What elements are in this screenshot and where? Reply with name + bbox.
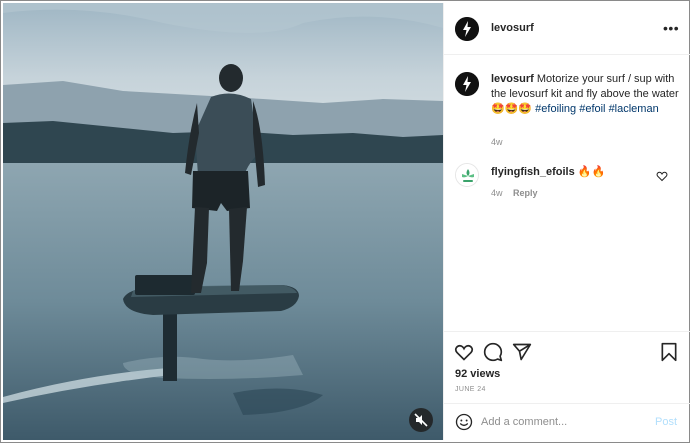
view-count[interactable]: 92 views bbox=[455, 368, 500, 380]
levosurf-logo-icon bbox=[455, 72, 479, 96]
emoji-button[interactable] bbox=[455, 413, 473, 436]
hashtag-link[interactable]: #lacleman bbox=[609, 103, 659, 115]
more-options-icon[interactable]: ••• bbox=[663, 21, 679, 35]
comment-timestamp[interactable]: 4w bbox=[491, 188, 503, 198]
share-icon bbox=[512, 343, 532, 361]
heart-icon bbox=[656, 171, 668, 182]
heart-icon bbox=[454, 344, 474, 361]
share-button[interactable] bbox=[512, 342, 532, 367]
post-video[interactable] bbox=[3, 3, 443, 440]
hashtag-link[interactable]: #efoil bbox=[579, 103, 605, 115]
bookmark-icon bbox=[661, 342, 677, 362]
caption-timestamp[interactable]: 4w bbox=[491, 137, 503, 147]
speaker-muted-icon bbox=[414, 413, 428, 427]
levosurf-logo-icon bbox=[455, 17, 479, 41]
caption-username[interactable]: levosurf bbox=[491, 73, 534, 85]
comment-item: flyingfish_efoils 🔥🔥 bbox=[491, 165, 605, 180]
hashtag-link[interactable]: #efoiling bbox=[535, 103, 576, 115]
save-button[interactable] bbox=[659, 342, 679, 367]
add-comment-bar: Post bbox=[444, 403, 690, 440]
reply-button[interactable]: Reply bbox=[513, 188, 538, 198]
comment-icon bbox=[483, 342, 503, 362]
commenter-username[interactable]: flyingfish_efoils bbox=[491, 166, 575, 178]
post-dialog: levosurf ••• levosurf Motorize your surf… bbox=[0, 0, 690, 443]
mute-button[interactable] bbox=[409, 408, 433, 432]
caption-avatar[interactable] bbox=[455, 72, 479, 96]
author-username[interactable]: levosurf bbox=[491, 22, 534, 34]
flyingfish-logo-icon bbox=[456, 164, 478, 186]
post-header: levosurf ••• bbox=[444, 3, 690, 55]
like-button[interactable] bbox=[454, 342, 474, 367]
comment-meta: 4w Reply bbox=[491, 188, 538, 198]
comment-text: 🔥🔥 bbox=[577, 166, 606, 178]
post-side-panel: levosurf ••• levosurf Motorize your surf… bbox=[443, 3, 690, 440]
author-avatar[interactable] bbox=[455, 17, 479, 41]
comment-input[interactable] bbox=[481, 412, 641, 432]
smiley-icon bbox=[455, 413, 473, 431]
comment-button[interactable] bbox=[483, 342, 503, 367]
post-caption: levosurf Motorize your surf / sup with t… bbox=[491, 72, 681, 117]
post-date[interactable]: JUNE 24 bbox=[455, 386, 486, 393]
post-comment-button[interactable]: Post bbox=[655, 416, 677, 428]
commenter-avatar[interactable] bbox=[455, 163, 479, 187]
like-comment-button[interactable] bbox=[656, 169, 668, 187]
video-frame bbox=[3, 3, 443, 440]
